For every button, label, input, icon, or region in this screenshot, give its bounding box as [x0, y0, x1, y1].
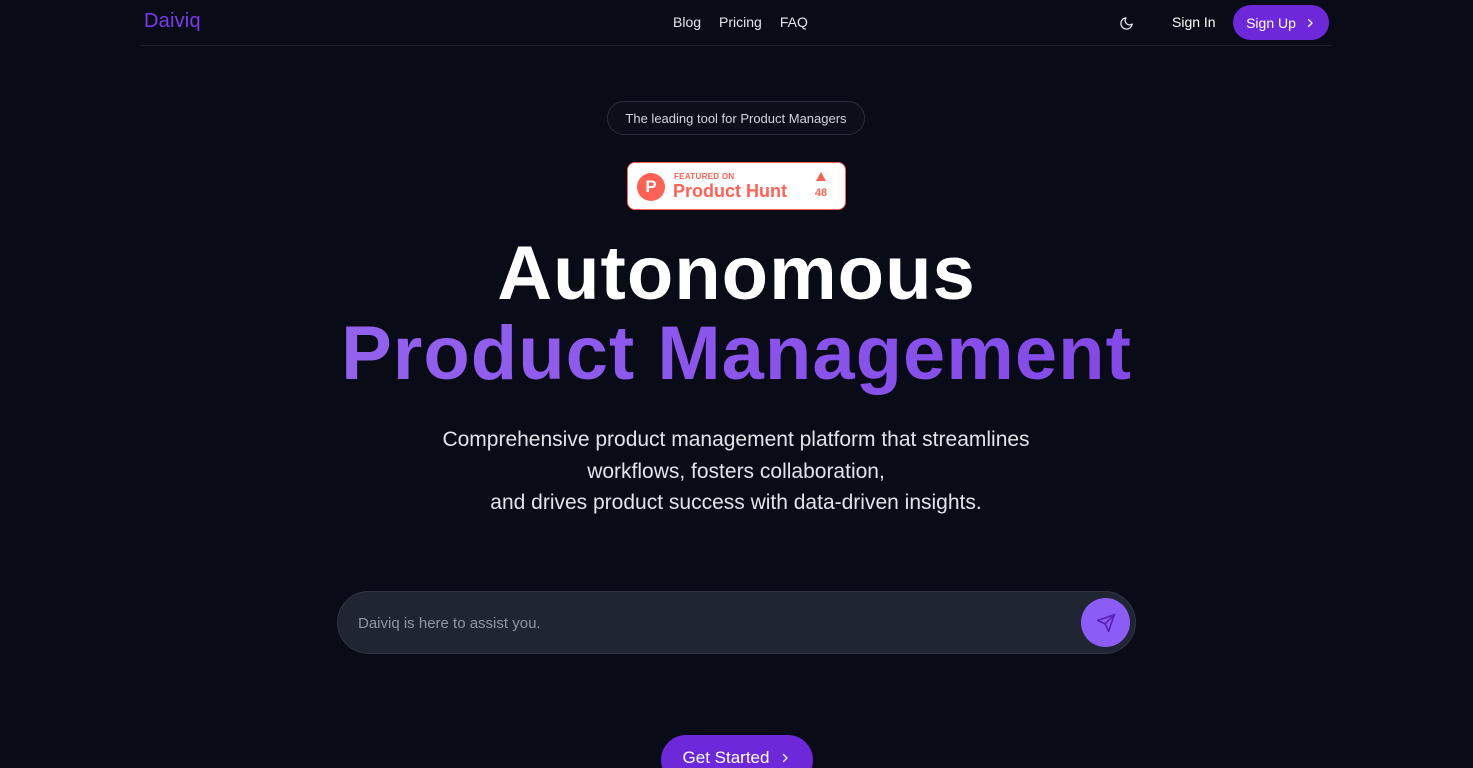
headline-gradient: Product Management — [0, 312, 1473, 396]
landing-page: Daiviq Blog Pricing FAQ Sign In Sign Up … — [0, 0, 1473, 768]
moon-icon — [1119, 16, 1133, 30]
assistant-input-box — [337, 591, 1136, 654]
hero-description-line: workflows, fosters collaboration, — [587, 459, 885, 483]
product-hunt-logo-letter: P — [645, 177, 657, 196]
chevron-right-icon — [783, 753, 789, 763]
hero-description: Comprehensive product management platfor… — [336, 424, 1136, 519]
nav-link-blog[interactable]: Blog — [673, 14, 701, 30]
get-started-button[interactable]: Get Started — [661, 735, 813, 768]
nav-link-faq[interactable]: FAQ — [780, 14, 808, 30]
get-started-label: Get Started — [682, 748, 770, 767]
tagline-pill: The leading tool for Product Managers — [607, 101, 865, 135]
send-button[interactable] — [1081, 598, 1130, 647]
product-hunt-featured-label: FEATURED ON — [674, 172, 735, 181]
tagline-text: The leading tool for Product Managers — [625, 110, 847, 126]
top-navbar: Daiviq Blog Pricing FAQ Sign In Sign Up — [140, 0, 1332, 46]
chevron-right-icon — [1307, 18, 1313, 27]
assistant-input[interactable] — [358, 608, 1078, 638]
hero-description-line: Comprehensive product management platfor… — [442, 428, 1030, 451]
hero-description-line: and drives product success with data-dri… — [490, 491, 982, 514]
logo[interactable]: Daiviq — [144, 10, 201, 33]
sign-in-link[interactable]: Sign In — [1172, 14, 1216, 30]
nav-link-pricing[interactable]: Pricing — [719, 14, 762, 30]
theme-toggle-button[interactable] — [1115, 12, 1137, 34]
product-hunt-badge[interactable]: P FEATURED ON Product Hunt 48 — [627, 162, 846, 210]
upvote-count: 48 — [814, 187, 828, 199]
product-hunt-logo-icon: P — [637, 173, 665, 201]
sign-up-label: Sign Up — [1246, 14, 1296, 31]
nav-links: Blog Pricing FAQ — [673, 14, 808, 30]
product-hunt-name: Product Hunt — [673, 181, 787, 201]
upvote-arrow-icon — [816, 172, 826, 181]
send-icon — [1096, 613, 1115, 632]
sign-up-button[interactable]: Sign Up — [1233, 5, 1329, 40]
headline-primary: Autonomous — [497, 231, 976, 316]
